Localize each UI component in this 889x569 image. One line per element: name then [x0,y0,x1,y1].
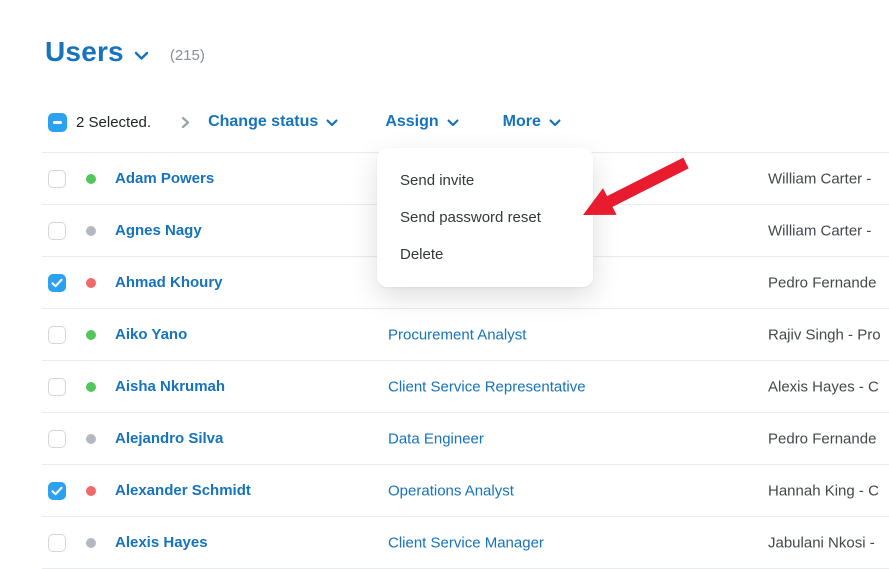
row-checkbox[interactable] [48,378,66,396]
actions-dropdown-menu: Send invite Send password reset Delete [377,148,593,287]
row-checkbox[interactable] [48,534,66,552]
checkmark-icon [51,486,63,496]
user-title-link[interactable]: Procurement Analyst [388,326,526,343]
row-checkbox[interactable] [48,170,66,188]
user-manager: Jabulani Nkosi - [768,534,875,551]
page-header: Users (215) [45,36,205,68]
status-dot-icon [86,330,96,340]
status-dot-icon [86,174,96,184]
menu-item-send-invite[interactable]: Send invite [377,162,593,199]
chevron-down-icon[interactable] [134,51,149,61]
menu-item-delete[interactable]: Delete [377,236,593,273]
status-dot-icon [86,486,96,496]
status-dot-icon [86,278,96,288]
user-manager: Pedro Fernande [768,274,876,291]
user-name-link[interactable]: Adam Powers [115,170,214,187]
table-row: Aisha Nkrumah Client Service Representat… [42,361,889,413]
user-manager: Alexis Hayes - C [768,378,879,395]
user-name-link[interactable]: Aiko Yano [115,326,187,343]
row-checkbox[interactable] [48,222,66,240]
menu-item-send-password-reset[interactable]: Send password reset [377,199,593,236]
user-title-link[interactable]: Client Service Manager [388,534,544,551]
chevron-down-icon [447,119,459,127]
selection-toolbar: 2 Selected. Change status Assign More [48,111,561,133]
table-row: Aiko Yano Procurement Analyst Rajiv Sing… [42,309,889,361]
status-dot-icon [86,226,96,236]
table-row: Alexander Schmidt Operations Analyst Han… [42,465,889,517]
more-label: More [503,113,541,131]
user-name-link[interactable]: Alejandro Silva [115,430,223,447]
user-count: (215) [170,47,205,64]
row-checkbox[interactable] [48,274,66,292]
select-all-checkbox[interactable] [48,113,67,132]
row-checkbox[interactable] [48,482,66,500]
status-dot-icon [86,434,96,444]
page-title: Users [45,36,124,68]
table-row: Alexis Hayes Client Service Manager Jabu… [42,517,889,569]
table-row: Alejandro Silva Data Engineer Pedro Fern… [42,413,889,465]
user-title-link[interactable]: Operations Analyst [388,482,514,499]
user-manager: Pedro Fernande [768,430,876,447]
assign-button[interactable]: Assign [385,113,458,131]
user-manager: William Carter - [768,222,871,239]
row-checkbox[interactable] [48,326,66,344]
user-name-link[interactable]: Agnes Nagy [115,222,202,239]
assign-label: Assign [385,113,438,131]
row-checkbox[interactable] [48,430,66,448]
user-manager: William Carter - [768,170,871,187]
chevron-down-icon [326,119,338,127]
user-title-link[interactable]: Data Engineer [388,430,484,447]
user-name-link[interactable]: Alexander Schmidt [115,482,251,499]
checkmark-icon [51,278,63,288]
user-manager: Hannah King - C [768,482,879,499]
user-name-link[interactable]: Aisha Nkrumah [115,378,225,395]
user-name-link[interactable]: Ahmad Khoury [115,274,223,291]
selected-count-label: 2 Selected. [76,114,151,131]
change-status-label: Change status [208,113,318,131]
status-dot-icon [86,382,96,392]
more-button[interactable]: More [503,113,561,131]
user-name-link[interactable]: Alexis Hayes [115,534,208,551]
user-manager: Rajiv Singh - Pro [768,326,881,343]
user-title-link[interactable]: Client Service Representative [388,378,586,395]
chevron-down-icon [549,119,561,127]
status-dot-icon [86,538,96,548]
change-status-button[interactable]: Change status [208,113,338,131]
chevron-right-icon [181,116,190,129]
